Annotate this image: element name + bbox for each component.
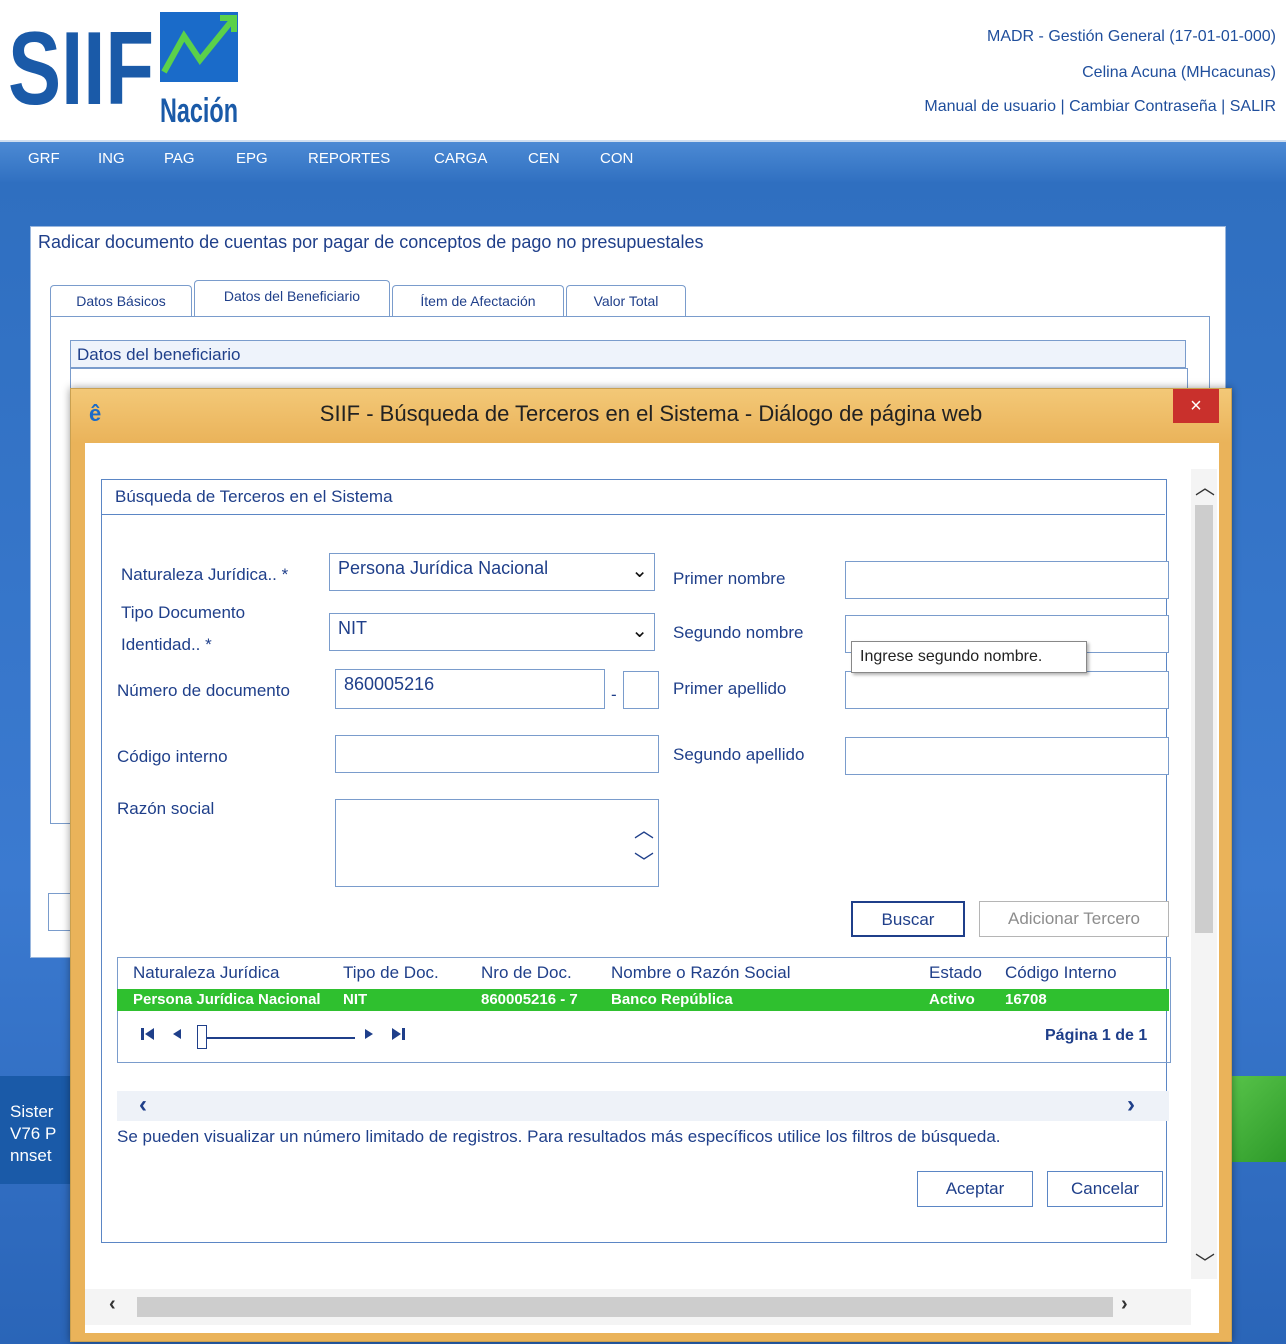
footer-line: Sister [10,1102,54,1121]
search-panel-title: Búsqueda de Terceros en el Sistema [101,479,1165,515]
menu-reportes[interactable]: REPORTES [308,150,390,167]
naturaleza-label: Naturaleza Jurídica.. * [121,565,289,584]
tipo-doc-label: Tipo Documento [121,603,246,622]
cancelar-button[interactable]: Cancelar [1047,1171,1163,1207]
main-menu: GRF ING PAG EPG REPORTES CARGA CEN CON [0,140,1286,184]
chevron-down-icon: ⌄ [631,620,648,642]
column-header[interactable]: Naturaleza Jurídica [133,963,279,983]
next-page-icon[interactable] [363,1025,377,1048]
scroll-left-icon[interactable]: ‹ [139,1091,147,1119]
tipo-doc-label-2: Identidad.. * [121,635,212,654]
adicionar-tercero-button[interactable]: Adicionar Tercero [979,901,1169,937]
dv-separator: - [611,685,617,704]
table-cell: Activo [929,991,975,1008]
scroll-up-icon[interactable]: ︿ [1195,471,1215,500]
numero-doc-input[interactable]: 860005216 [335,669,605,709]
change-password-link[interactable]: Cambiar Contraseña [1069,98,1217,115]
entity-label: MADR - Gestión General (17-01-01-000) [986,28,1276,45]
dv-input[interactable] [623,671,659,709]
chevron-down-icon: ⌄ [631,560,648,582]
logo-subtext: Nación [160,92,238,126]
app-header: SIIF Nación MADR - Gestión General (17-0… [0,0,1286,140]
info-message: Se pueden visualizar un número limitado … [117,1127,1001,1146]
buscar-button[interactable]: Buscar [851,901,965,937]
table-cell: NIT [343,991,368,1008]
menu-cen[interactable]: CEN [528,150,560,167]
primer-apellido-label: Primer apellido [673,679,787,698]
primer-apellido-input[interactable] [845,671,1169,709]
table-cell: Persona Jurídica Nacional [133,991,321,1008]
scroll-down-icon[interactable]: ﹀ [1195,1247,1215,1276]
menu-epg[interactable]: EPG [236,150,268,167]
footer-line: V76 P [10,1124,57,1143]
menu-carga[interactable]: CARGA [434,150,487,167]
menu-pag[interactable]: PAG [164,150,195,167]
primer-nombre-label: Primer nombre [673,569,786,588]
vertical-scroll-thumb[interactable] [1195,505,1213,933]
first-page-icon[interactable] [139,1025,157,1048]
naturaleza-select[interactable]: Persona Jurídica Nacional ⌄ [329,553,655,591]
user-label: Celina Acuna (MHcacunas) [1082,64,1276,81]
footer-info: Sister V76 P nnset [0,1076,80,1184]
manual-link[interactable]: Manual de usuario [924,98,1056,115]
page-title: Radicar documento de cuentas por pagar d… [38,232,704,252]
menu-grf[interactable]: GRF [28,150,60,167]
page-info: Página 1 de 1 [1045,1027,1148,1044]
scroll-right-icon[interactable]: › [1127,1091,1135,1119]
column-header[interactable]: Nombre o Razón Social [611,963,791,983]
scroll-left-icon[interactable]: ‹ [109,1293,116,1316]
numero-doc-label: Número de documento [117,681,290,700]
logo-text: SIIF [8,11,154,126]
segundo-apellido-input[interactable] [845,737,1169,775]
link-separator: | [1221,98,1226,115]
column-header[interactable]: Nro de Doc. [481,963,572,983]
codigo-interno-label: Código interno [117,747,228,766]
razon-social-textarea[interactable]: ︿ ﹀ [335,799,659,887]
section-title: Datos del beneficiario [70,340,1186,368]
logout-link[interactable]: SALIR [1230,98,1276,115]
dialog-title: SIIF - Búsqueda de Terceros en el Sistem… [319,401,983,426]
aceptar-button[interactable]: Aceptar [917,1171,1033,1207]
codigo-interno-input[interactable] [335,735,659,773]
pager-slider[interactable] [203,1037,355,1039]
chevron-up-icon[interactable]: ︿ [634,814,654,843]
razon-social-label: Razón social [117,799,215,818]
tipo-doc-value: NIT [338,618,367,638]
footer-line: nnset [10,1146,52,1165]
dialog-border [71,443,85,1341]
tooltip: Ingrese segundo nombre. [851,641,1087,673]
siif-logo: SIIF Nación [8,11,238,126]
table-hscroll[interactable]: ‹ › [117,1091,1169,1121]
pager-slider-handle[interactable] [197,1025,207,1049]
tipo-doc-select[interactable]: NIT ⌄ [329,613,655,651]
chevron-down-icon[interactable]: ﹀ [634,846,654,875]
search-dialog: ê SIIF - Búsqueda de Terceros en el Sist… [70,388,1232,1342]
scroll-right-icon[interactable]: › [1121,1293,1128,1316]
tab-datos-beneficiario[interactable]: Datos del Beneficiario [194,280,390,319]
table-cell: Banco República [611,991,733,1008]
prev-page-icon[interactable] [169,1025,183,1048]
segundo-apellido-label: Segundo apellido [673,745,805,764]
dialog-border [1219,443,1231,1341]
primer-nombre-input[interactable] [845,561,1169,599]
table-cell: 860005216 - 7 [481,991,578,1008]
close-button[interactable]: × [1173,389,1219,423]
column-header[interactable]: Estado [929,963,982,983]
table-cell: 16708 [1005,991,1047,1008]
header-links: Manual de usuario | Cambiar Contraseña |… [924,98,1276,116]
tab-datos-basicos[interactable]: Datos Básicos [50,285,192,318]
last-page-icon[interactable] [389,1025,407,1048]
menu-con[interactable]: CON [600,150,633,167]
segundo-nombre-label: Segundo nombre [673,623,804,642]
horizontal-scroll-thumb[interactable] [137,1297,1113,1317]
menu-ing[interactable]: ING [98,150,125,167]
tab-valor-total[interactable]: Valor Total [566,285,686,318]
dialog-border [71,1333,1231,1341]
naturaleza-value: Persona Jurídica Nacional [338,558,549,578]
footer-logo [1226,1076,1286,1162]
link-separator: | [1060,98,1065,115]
column-header[interactable]: Tipo de Doc. [343,963,439,983]
column-header[interactable]: Código Interno [1005,963,1117,983]
tab-item-afectacion[interactable]: Ítem de Afectación [392,285,564,318]
